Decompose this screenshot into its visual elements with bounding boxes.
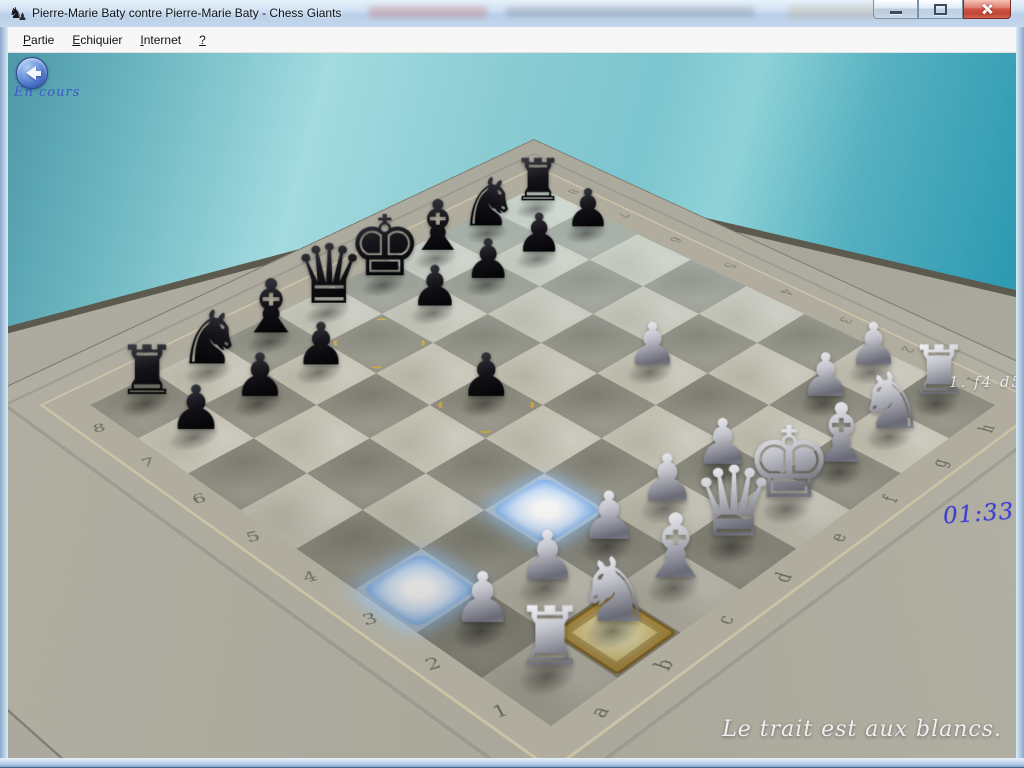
piece-glyph: ♟ xyxy=(626,318,679,374)
window-border-left xyxy=(0,27,8,758)
timer-label: 01:33 xyxy=(942,499,1015,530)
board-squares: ♜♞♝♛♚♝♞♜♟♟♟♟♟♟♟♟♜♞♝♛♚♝♞♜♟♟♟♟♟♟♟♟ xyxy=(90,186,995,726)
piece-glyph: ♟ xyxy=(168,380,223,438)
board-viewport: ♜♞♝♛♚♝♞♜♟♟♟♟♟♟♟♟♜♞♝♛♚♝♞♜♟♟♟♟♟♟♟♟ 1122334… xyxy=(8,53,1016,758)
menu-item-internet[interactable]: Internet xyxy=(131,30,190,50)
menubar: PartieEchiquierInternet? xyxy=(8,27,1016,53)
app-icon: ♞ ♟ xyxy=(9,5,27,23)
app-window: ♞ ♟ Pierre-Marie Baty contre Pierre-Mari… xyxy=(0,0,1024,768)
caption-buttons xyxy=(873,0,1011,19)
maximize-icon xyxy=(934,4,947,15)
maximize-button[interactable] xyxy=(918,0,963,19)
game-scene: ♜♞♝♛♚♝♞♜♟♟♟♟♟♟♟♟♜♞♝♛♚♝♞♜♟♟♟♟♟♟♟♟ 1122334… xyxy=(8,53,1016,758)
status-label: Le trait est aux blancs. xyxy=(722,717,1002,742)
titlebar-glass-reflection xyxy=(505,7,755,17)
minimize-icon xyxy=(890,11,902,14)
menu-item-partie[interactable]: Partie xyxy=(14,30,63,50)
piece-glyph: ♟ xyxy=(459,348,513,405)
titlebar[interactable]: ♞ ♟ Pierre-Marie Baty contre Pierre-Mari… xyxy=(0,0,1024,28)
window-title: Pierre-Marie Baty contre Pierre-Marie Ba… xyxy=(32,6,341,20)
board-table-frame: ♜♞♝♛♚♝♞♜♟♟♟♟♟♟♟♟♜♞♝♛♚♝♞♜♟♟♟♟♟♟♟♟ 1122334… xyxy=(8,139,1016,758)
pawn-icon: ♟ xyxy=(18,9,27,27)
move-list-label: 1. f4 d5 xyxy=(888,373,1016,391)
close-button[interactable] xyxy=(963,0,1011,19)
piece-glyph: ♟ xyxy=(233,348,287,405)
back-button[interactable] xyxy=(16,57,48,89)
close-icon xyxy=(981,3,993,15)
window-border-right xyxy=(1016,27,1024,758)
back-arrow-icon xyxy=(26,66,36,80)
window-border-bottom xyxy=(0,758,1024,768)
minimize-button[interactable] xyxy=(873,0,918,19)
piece-glyph: ♜ xyxy=(513,600,586,677)
menu-item-echiquier[interactable]: Echiquier xyxy=(63,30,131,50)
menu-item-?[interactable]: ? xyxy=(190,30,215,50)
titlebar-glass-reflection xyxy=(368,6,488,18)
